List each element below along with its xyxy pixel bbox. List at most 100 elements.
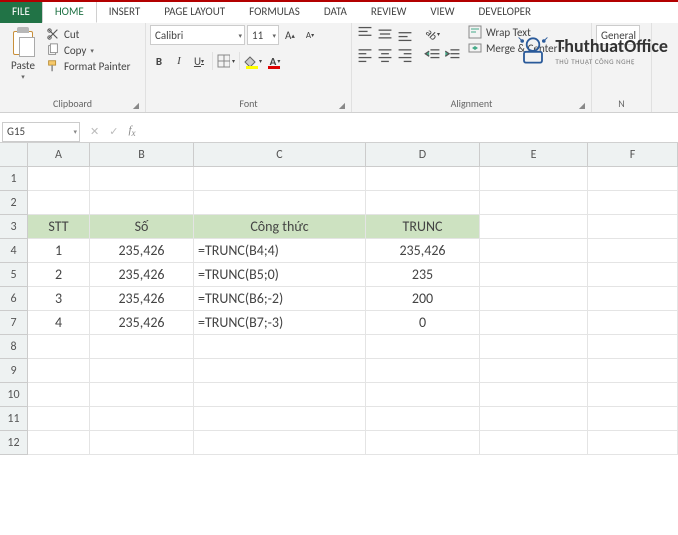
align-middle-button[interactable]	[376, 25, 394, 43]
name-box[interactable]: G15▾	[2, 122, 80, 142]
cell[interactable]: 235	[366, 263, 480, 287]
cell[interactable]: 3	[28, 287, 90, 311]
cell[interactable]	[366, 359, 480, 383]
cell[interactable]: =TRUNC(B7;-3)	[194, 311, 366, 335]
row-header[interactable]: 11	[0, 407, 28, 431]
tab-review[interactable]: REVIEW	[359, 2, 419, 23]
col-header-e[interactable]: E	[480, 143, 588, 167]
cell[interactable]	[28, 431, 90, 455]
row-header[interactable]: 2	[0, 191, 28, 215]
cell[interactable]: Số	[90, 215, 194, 239]
col-header-a[interactable]: A	[28, 143, 90, 167]
cancel-formula-icon[interactable]: ✕	[90, 125, 99, 138]
cell[interactable]	[194, 383, 366, 407]
row-header[interactable]: 1	[0, 167, 28, 191]
cell[interactable]	[480, 263, 588, 287]
tab-view[interactable]: VIEW	[418, 2, 466, 23]
cell[interactable]: =TRUNC(B5;0)	[194, 263, 366, 287]
cell[interactable]: 235,426	[366, 239, 480, 263]
cell[interactable]: 4	[28, 311, 90, 335]
cell[interactable]	[588, 263, 678, 287]
cell[interactable]: 0	[366, 311, 480, 335]
cell[interactable]	[480, 335, 588, 359]
align-top-button[interactable]	[356, 25, 374, 43]
merge-center-button[interactable]: Merge & Center ▾	[468, 41, 565, 55]
alignment-launcher-icon[interactable]: ◢	[579, 101, 585, 111]
cell[interactable]	[194, 167, 366, 191]
enter-formula-icon[interactable]: ✓	[109, 125, 118, 138]
cell[interactable]	[28, 359, 90, 383]
row-header[interactable]: 12	[0, 431, 28, 455]
cell[interactable]	[588, 335, 678, 359]
cell[interactable]	[28, 191, 90, 215]
cell[interactable]	[480, 431, 588, 455]
cell[interactable]: 200	[366, 287, 480, 311]
cell[interactable]	[588, 239, 678, 263]
copy-button[interactable]: Copy ▾	[46, 43, 130, 57]
cell[interactable]	[480, 311, 588, 335]
row-header[interactable]: 7	[0, 311, 28, 335]
cell[interactable]	[194, 335, 366, 359]
cell[interactable]: 235,426	[90, 311, 194, 335]
cell[interactable]: 2	[28, 263, 90, 287]
cell[interactable]	[90, 335, 194, 359]
cell[interactable]: 235,426	[90, 287, 194, 311]
cell[interactable]: =TRUNC(B6;-2)	[194, 287, 366, 311]
cell[interactable]	[480, 383, 588, 407]
cell[interactable]	[90, 383, 194, 407]
decrease-indent-button[interactable]	[424, 46, 442, 64]
select-all-corner[interactable]	[0, 143, 28, 167]
cell[interactable]	[480, 167, 588, 191]
cell[interactable]	[480, 239, 588, 263]
increase-font-button[interactable]: A▴	[281, 26, 299, 44]
cell[interactable]: =TRUNC(B4;4)	[194, 239, 366, 263]
cell[interactable]	[366, 191, 480, 215]
row-header[interactable]: 6	[0, 287, 28, 311]
cell[interactable]	[480, 359, 588, 383]
cell[interactable]	[28, 167, 90, 191]
cell[interactable]	[90, 431, 194, 455]
cell[interactable]	[588, 215, 678, 239]
fx-icon[interactable]: fx	[128, 124, 135, 138]
col-header-c[interactable]: C	[194, 143, 366, 167]
cell[interactable]	[588, 431, 678, 455]
cell[interactable]	[28, 407, 90, 431]
tab-data[interactable]: DATA	[312, 2, 359, 23]
row-header[interactable]: 3	[0, 215, 28, 239]
cell[interactable]	[90, 191, 194, 215]
borders-button[interactable]: ▾	[217, 51, 235, 71]
cell[interactable]	[480, 407, 588, 431]
cell[interactable]	[588, 407, 678, 431]
cell[interactable]	[588, 311, 678, 335]
tab-page-layout[interactable]: PAGE LAYOUT	[152, 2, 237, 23]
increase-indent-button[interactable]	[444, 46, 462, 64]
format-painter-button[interactable]: Format Painter	[46, 59, 130, 73]
cell[interactable]	[90, 359, 194, 383]
font-name-select[interactable]: Calibri▾	[150, 25, 245, 45]
align-bottom-button[interactable]	[396, 25, 414, 43]
spreadsheet-grid[interactable]: A B C D E F 1 2 3 STT Số Công thức TRUNC…	[0, 143, 678, 455]
cell[interactable]	[366, 407, 480, 431]
row-header[interactable]: 8	[0, 335, 28, 359]
font-launcher-icon[interactable]: ◢	[339, 101, 345, 111]
col-header-d[interactable]: D	[366, 143, 480, 167]
row-header[interactable]: 5	[0, 263, 28, 287]
cell[interactable]	[588, 383, 678, 407]
cell[interactable]	[366, 335, 480, 359]
row-header[interactable]: 4	[0, 239, 28, 263]
font-size-select[interactable]: 11▾	[247, 25, 279, 45]
cell[interactable]	[90, 407, 194, 431]
tab-developer[interactable]: DEVELOPER	[467, 2, 543, 23]
paste-button[interactable]: Paste ▾	[4, 25, 42, 81]
orientation-button[interactable]: ab▾	[424, 25, 442, 43]
clipboard-launcher-icon[interactable]: ◢	[133, 101, 139, 111]
cell[interactable]	[28, 383, 90, 407]
align-center-button[interactable]	[376, 46, 394, 64]
underline-button[interactable]: U ▾	[190, 52, 208, 70]
align-right-button[interactable]	[396, 46, 414, 64]
cell[interactable]	[28, 335, 90, 359]
cell[interactable]	[588, 167, 678, 191]
cell[interactable]	[588, 287, 678, 311]
cell[interactable]: 1	[28, 239, 90, 263]
cell[interactable]	[366, 167, 480, 191]
